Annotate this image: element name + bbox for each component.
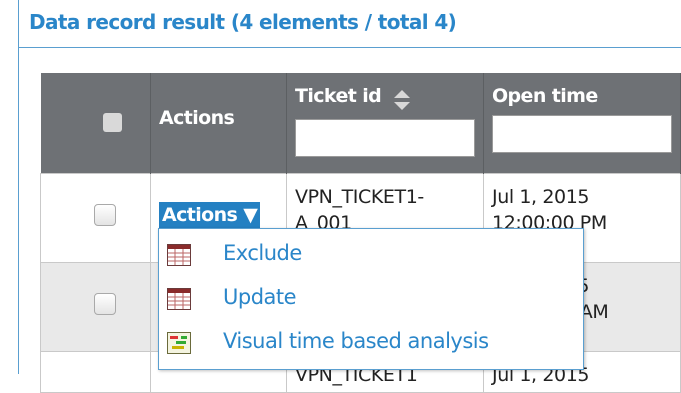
row-actions-button[interactable]: Actions ▼ xyxy=(159,202,261,228)
select-all-checkbox[interactable] xyxy=(102,113,122,132)
menu-item-label: Update xyxy=(223,285,297,309)
column-label-ticket-id: Ticket id xyxy=(295,85,382,107)
column-label-open-time: Open time xyxy=(492,85,598,107)
menu-item-label: Exclude xyxy=(223,241,302,265)
panel-title: Data record result (4 elements / total 4… xyxy=(29,10,457,34)
open-time-filter-input[interactable] xyxy=(492,115,672,153)
column-header-open-time[interactable]: Open time xyxy=(483,73,681,174)
ticket-id-filter-input[interactable] xyxy=(295,119,475,157)
menu-item-label: Visual time based analysis xyxy=(223,329,489,353)
title-divider xyxy=(19,47,681,48)
menu-item-exclude[interactable]: Exclude xyxy=(163,235,577,275)
menu-item-visual-time-based-analysis[interactable]: Visual time based analysis xyxy=(163,323,577,363)
table-header-row: Actions Ticket id Open time xyxy=(40,73,681,174)
menu-item-update[interactable]: Update xyxy=(163,279,577,319)
row-checkbox[interactable] xyxy=(94,204,116,226)
table-grid-icon xyxy=(167,288,191,310)
actions-dropdown-menu: Exclude Update Visual time based analysi… xyxy=(158,228,584,370)
timeline-chart-icon xyxy=(167,332,191,354)
sort-icon[interactable] xyxy=(393,89,411,111)
table-grid-icon xyxy=(167,244,191,266)
column-header-ticket-id[interactable]: Ticket id xyxy=(286,73,484,174)
column-label-actions: Actions xyxy=(159,107,235,129)
column-header-actions: Actions xyxy=(150,73,287,174)
row-checkbox[interactable] xyxy=(94,293,116,315)
select-all-header xyxy=(40,73,151,174)
